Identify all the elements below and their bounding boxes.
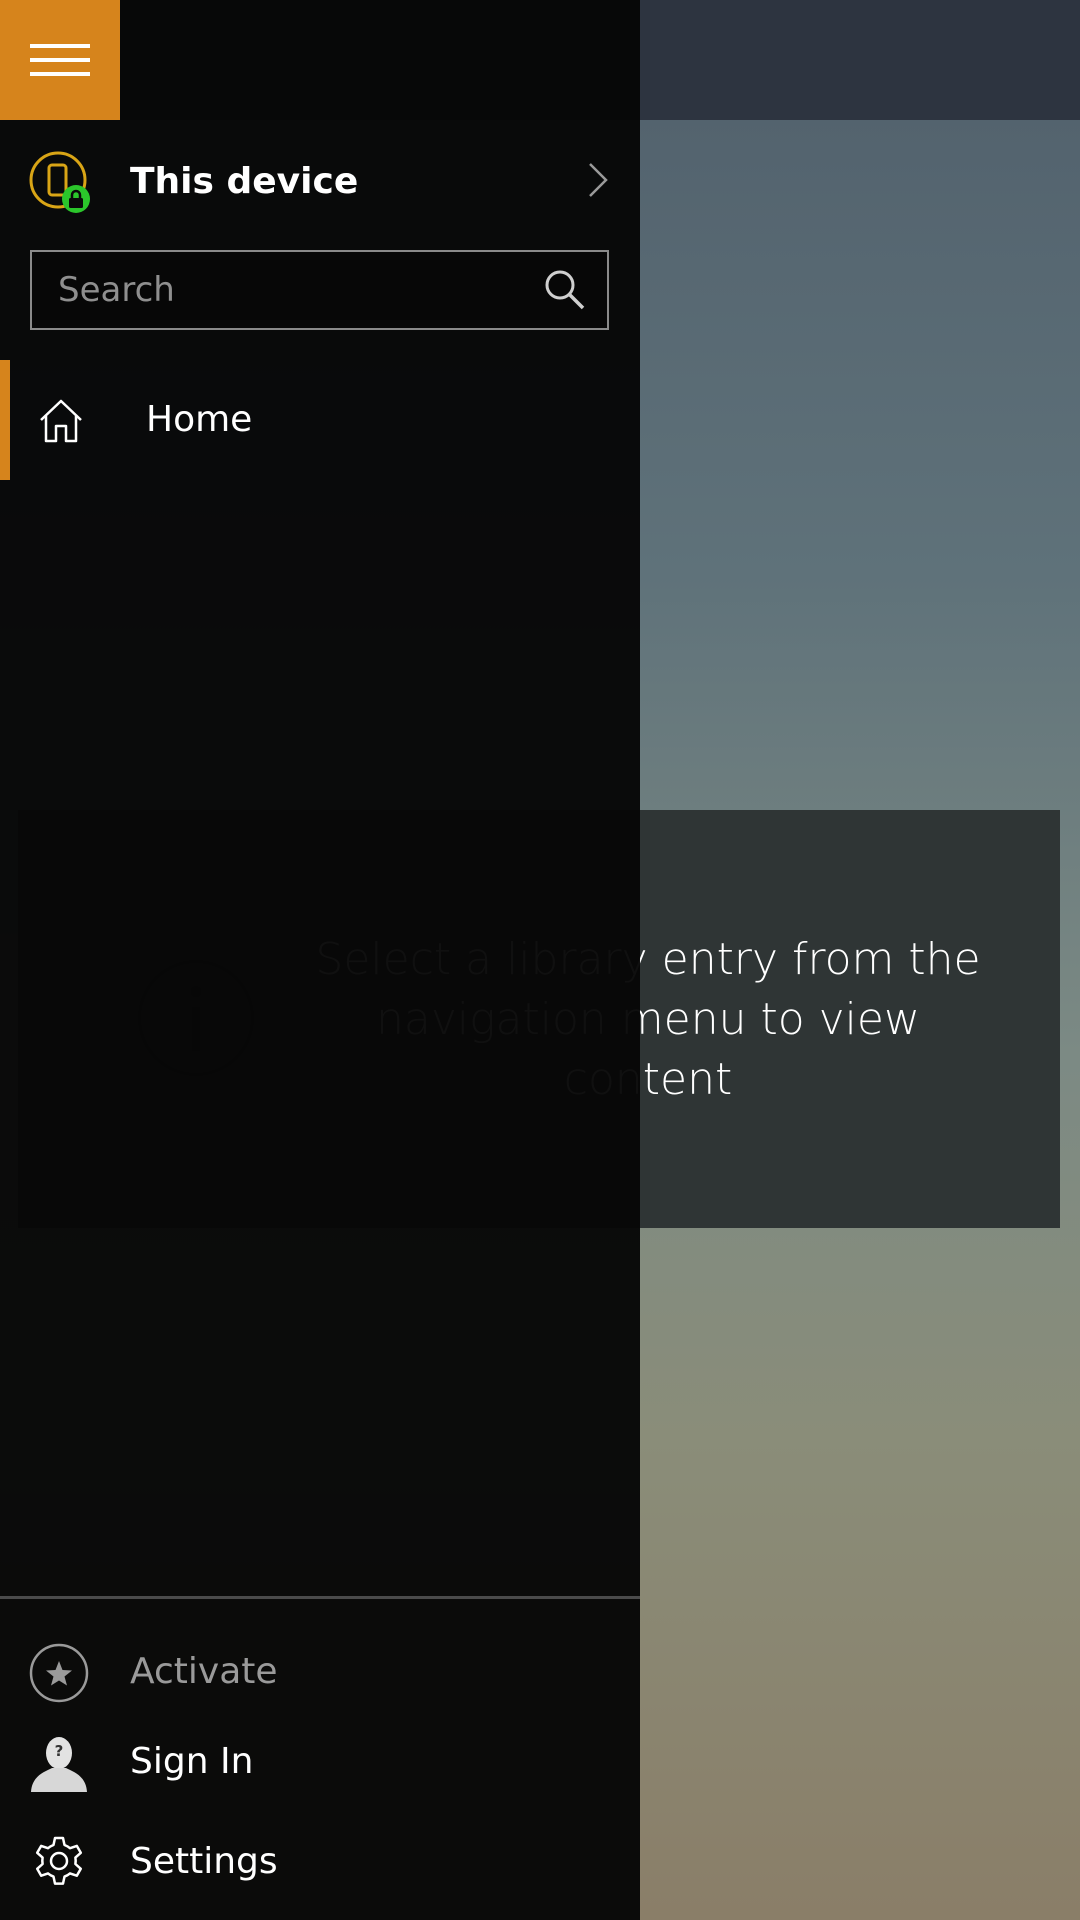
device-label: This device bbox=[130, 161, 359, 202]
activate-button[interactable]: Activate bbox=[0, 1632, 640, 1712]
divider bbox=[0, 1596, 640, 1599]
nav-item-home[interactable]: Home bbox=[0, 360, 640, 480]
sign-in-button[interactable]: ? Sign In bbox=[0, 1722, 640, 1802]
navigation-pane: This device Home bbox=[0, 0, 640, 1920]
hamburger-icon bbox=[30, 44, 90, 48]
selection-indicator bbox=[0, 360, 10, 480]
search-icon[interactable] bbox=[542, 268, 586, 312]
settings-label: Settings bbox=[130, 1841, 278, 1882]
hamburger-menu-button[interactable] bbox=[0, 0, 120, 120]
activate-label: Activate bbox=[130, 1651, 278, 1692]
search-input[interactable] bbox=[32, 252, 532, 328]
star-circle-icon bbox=[28, 1642, 90, 1704]
home-icon bbox=[38, 398, 84, 444]
user-silhouette-icon: ? bbox=[28, 1732, 90, 1794]
device-selector[interactable]: This device bbox=[0, 144, 640, 224]
hamburger-line bbox=[30, 72, 90, 76]
chevron-right-icon bbox=[586, 160, 610, 200]
phone-lock-icon bbox=[28, 150, 96, 218]
sign-in-label: Sign In bbox=[130, 1741, 254, 1782]
search-box bbox=[30, 250, 609, 330]
hamburger-line bbox=[30, 58, 90, 62]
nav-item-label: Home bbox=[146, 399, 253, 440]
settings-button[interactable]: Settings bbox=[0, 1822, 640, 1902]
gear-icon bbox=[28, 1832, 90, 1894]
svg-text:?: ? bbox=[55, 1742, 64, 1760]
